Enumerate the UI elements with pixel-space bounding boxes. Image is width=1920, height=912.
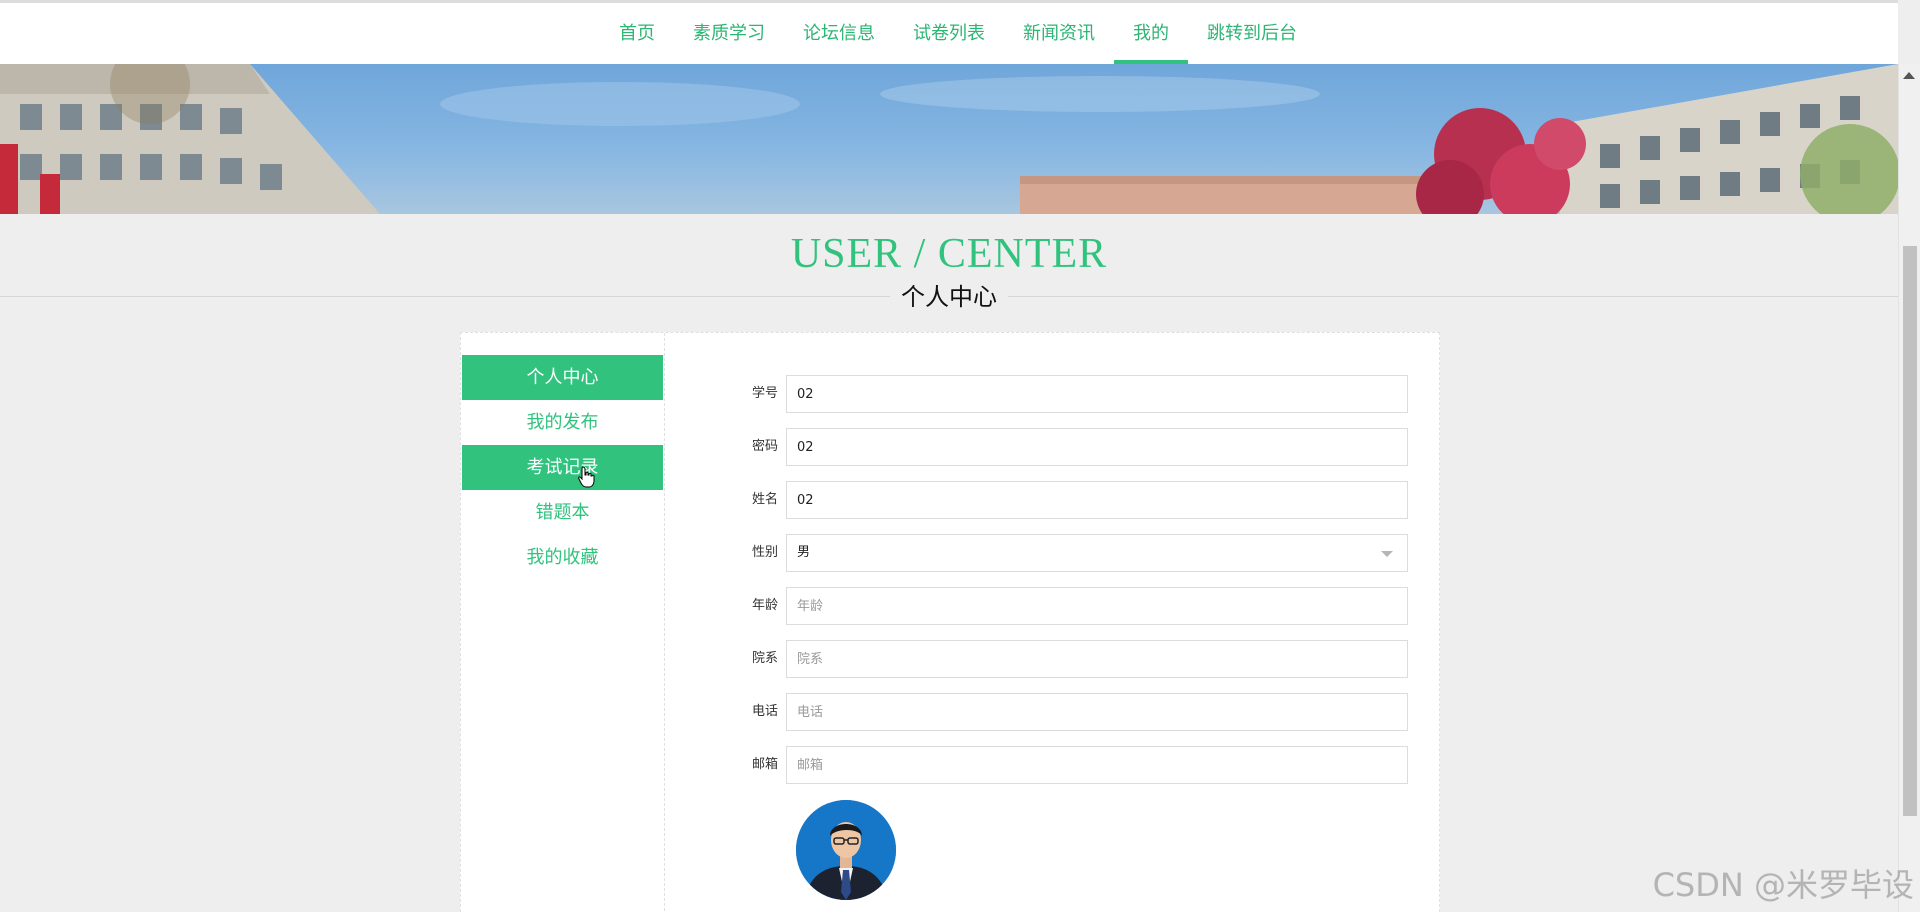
nav-item-forum[interactable]: 论坛信息	[784, 3, 894, 64]
form-row-gender: 性别 男	[752, 534, 1432, 572]
top-nav: 首页 素质学习 论坛信息 试卷列表 新闻资讯 我的 跳转到后台	[0, 0, 1898, 64]
nav-item-exam-list[interactable]: 试卷列表	[894, 3, 1004, 64]
student-id-input[interactable]	[786, 375, 1408, 413]
form-row-name: 姓名	[752, 481, 1432, 519]
form-row-email: 邮箱	[752, 746, 1432, 784]
campus-illustration	[0, 64, 1898, 214]
form-row-password: 密码	[752, 428, 1432, 466]
page-title-en: USER / CENTER	[790, 231, 1108, 277]
hand-cursor-icon	[578, 466, 596, 492]
nav-list: 首页 素质学习 论坛信息 试卷列表 新闻资讯 我的 跳转到后台	[600, 3, 1316, 64]
nav-item-admin[interactable]: 跳转到后台	[1188, 3, 1316, 64]
avatar-photo	[796, 800, 896, 900]
form-row-phone: 电话	[752, 693, 1432, 731]
nav-item-home[interactable]: 首页	[600, 3, 674, 64]
page-title-cn: 个人中心	[890, 282, 1008, 312]
scroll-up-arrow-icon[interactable]	[1903, 72, 1915, 79]
form-row-department: 院系	[752, 640, 1432, 678]
email-input[interactable]	[786, 746, 1408, 784]
nav-item-mine[interactable]: 我的	[1114, 3, 1188, 64]
sidebar-item-my-posts[interactable]: 我的发布	[462, 400, 663, 445]
nav-item-quality-learning[interactable]: 素质学习	[674, 3, 784, 64]
gender-select[interactable]: 男	[786, 534, 1408, 572]
watermark: CSDN @米罗毕设	[1652, 866, 1914, 904]
name-input[interactable]	[786, 481, 1408, 519]
page: 首页 素质学习 论坛信息 试卷列表 新闻资讯 我的 跳转到后台 USER / C…	[0, 0, 1920, 912]
department-input[interactable]	[786, 640, 1408, 678]
gender-select-value: 男	[797, 545, 811, 560]
phone-input[interactable]	[786, 693, 1408, 731]
chevron-down-icon	[1381, 551, 1393, 557]
age-input[interactable]	[786, 587, 1408, 625]
password-input[interactable]	[786, 428, 1408, 466]
form-row-student-id: 学号	[752, 375, 1432, 413]
nav-item-news[interactable]: 新闻资讯	[1004, 3, 1114, 64]
sidebar-item-wrong-questions[interactable]: 错题本	[462, 490, 663, 535]
sidebar-item-favorites[interactable]: 我的收藏	[462, 535, 663, 580]
sidebar: 个人中心 我的发布 考试记录 错题本 我的收藏	[461, 333, 665, 912]
form-row-age: 年龄	[752, 587, 1432, 625]
sidebar-item-profile[interactable]: 个人中心	[462, 355, 663, 400]
vertical-scrollbar[interactable]	[1898, 64, 1920, 912]
avatar[interactable]	[796, 800, 896, 900]
scroll-thumb[interactable]	[1903, 246, 1917, 816]
banner-image	[0, 64, 1898, 214]
sidebar-item-exam-records[interactable]: 考试记录	[462, 445, 663, 490]
